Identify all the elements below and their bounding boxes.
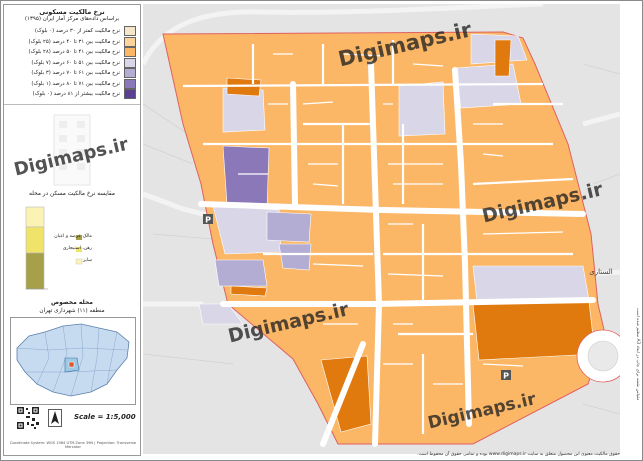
chart-legend-other: سایر: [82, 258, 92, 263]
legend-class-7: نرخ مالکیت بیشتر از ۸۱ درصد (۰ بلوک): [4, 89, 140, 100]
legend-swatch: [124, 57, 136, 68]
legend-class-6: نرخ مالکیت بین ۷۱ تا ۸۰ درصد (۱ بلوک): [4, 78, 140, 90]
inset-title: محله مخصوص: [51, 299, 93, 306]
inset-subtitle: منطقه (۱۱) شهرداری تهران: [39, 308, 105, 314]
chart-bar-other: [25, 206, 45, 228]
legend-swatch: [124, 68, 136, 79]
legend-class-2: نرخ مالکیت بین ۳۱ تا ۴۰ درصد (۲۵ بلوک): [4, 36, 140, 48]
legend-class-label: نرخ مالکیت کمتر از ۳۰ درصد (۰ بلوک): [34, 28, 120, 35]
tehran-districts-map: [16, 323, 130, 397]
chart-legend-rent: رهن، استیجاری: [62, 246, 92, 251]
qr-code-icon: [16, 406, 40, 430]
block-71-80[interactable]: [222, 145, 270, 209]
legend-class-label: نرخ مالکیت بیشتر از ۸۱ درصد (۰ بلوک): [32, 91, 120, 98]
legend-swatch: [124, 78, 136, 89]
block-51-60[interactable]: [398, 81, 446, 137]
neighborhood-map: P P الستاری: [143, 4, 620, 454]
inset-map: [10, 317, 136, 405]
legend-class-5: نرخ مالکیت بین ۶۱ تا ۷۰ درصد (۳ بلوک): [4, 68, 140, 79]
chart-title: مقایسه نرخ مالکیت مسکن در محله: [29, 190, 115, 197]
legend-swatch: [124, 26, 136, 37]
block-61-70[interactable]: [266, 211, 312, 243]
legend-swatch: [124, 47, 136, 58]
block-51-60[interactable]: [454, 63, 522, 109]
north-arrow-icon: [48, 409, 62, 427]
copyright-note: حقوق مالکیت معنوی این محصول متعلق به سای…: [417, 452, 620, 457]
legend-class-4: نرخ مالکیت بین ۵۱ تا ۶۰ درصد (۷ بلوک): [4, 57, 140, 69]
side-note: مقیاس نقشه برای چاپ در ابعاد A3 تنظیم شد…: [636, 307, 641, 401]
block-61-70[interactable]: [278, 243, 312, 271]
location-marker-icon: [68, 361, 75, 368]
block-dark[interactable]: [230, 285, 268, 297]
legend-class-label: نرخ مالکیت بین ۳۱ تا ۴۰ درصد (۲۵ بلوک): [28, 38, 120, 45]
parking-label: P: [205, 216, 211, 225]
legend-swatch: [124, 89, 136, 100]
legend-class-1: نرخ مالکیت کمتر از ۳۰ درصد (۰ بلوک): [4, 26, 140, 37]
legend-subtitle: براساس داده‌های مرکز آمار ایران (۱۳۹۵): [24, 16, 120, 22]
block-dark[interactable]: [226, 77, 262, 97]
legend-class-label: نرخ مالکیت بین ۴۱ تا ۵۰ درصد (۲۸ بلوک): [28, 49, 120, 56]
block-dark[interactable]: [494, 39, 512, 77]
legend-swatch: [124, 36, 136, 47]
parking-label: P: [503, 372, 509, 381]
legend-footer: Coordinate System: WGS 1984 UTM Zone 39N…: [9, 441, 137, 449]
legend-class-label: نرخ مالکیت بین ۶۱ تا ۷۰ درصد (۳ بلوک): [31, 70, 120, 77]
block-61-70[interactable]: [214, 259, 268, 287]
legend-title: نرخ مالکیت مسکونی: [39, 8, 105, 16]
legend-class-3: نرخ مالکیت بین ۴۱ تا ۵۰ درصد (۲۸ بلوک): [4, 47, 140, 58]
legend-class-label: نرخ مالکیت بین ۷۱ تا ۸۰ درصد (۱ بلوک): [31, 80, 120, 87]
legend-class-label: نرخ مالکیت بین ۵۱ تا ۶۰ درصد (۷ بلوک): [31, 59, 120, 66]
map-canvas[interactable]: P P الستاری: [143, 4, 620, 454]
scale-text: Scale = 1:5,000: [74, 413, 136, 421]
chart-legend-owner: مالک عرصه و اعیان: [54, 234, 92, 239]
block-51-60[interactable]: [472, 265, 590, 303]
legend-classes: نرخ مالکیت کمتر از ۳۰ درصد (۰ بلوک) نرخ …: [4, 26, 140, 105]
place-label: الستاری: [589, 268, 612, 276]
legend-panel: نرخ مالکیت مسکونی براساس داده‌های مرکز آ…: [3, 4, 141, 456]
block-dark[interactable]: [472, 301, 596, 361]
